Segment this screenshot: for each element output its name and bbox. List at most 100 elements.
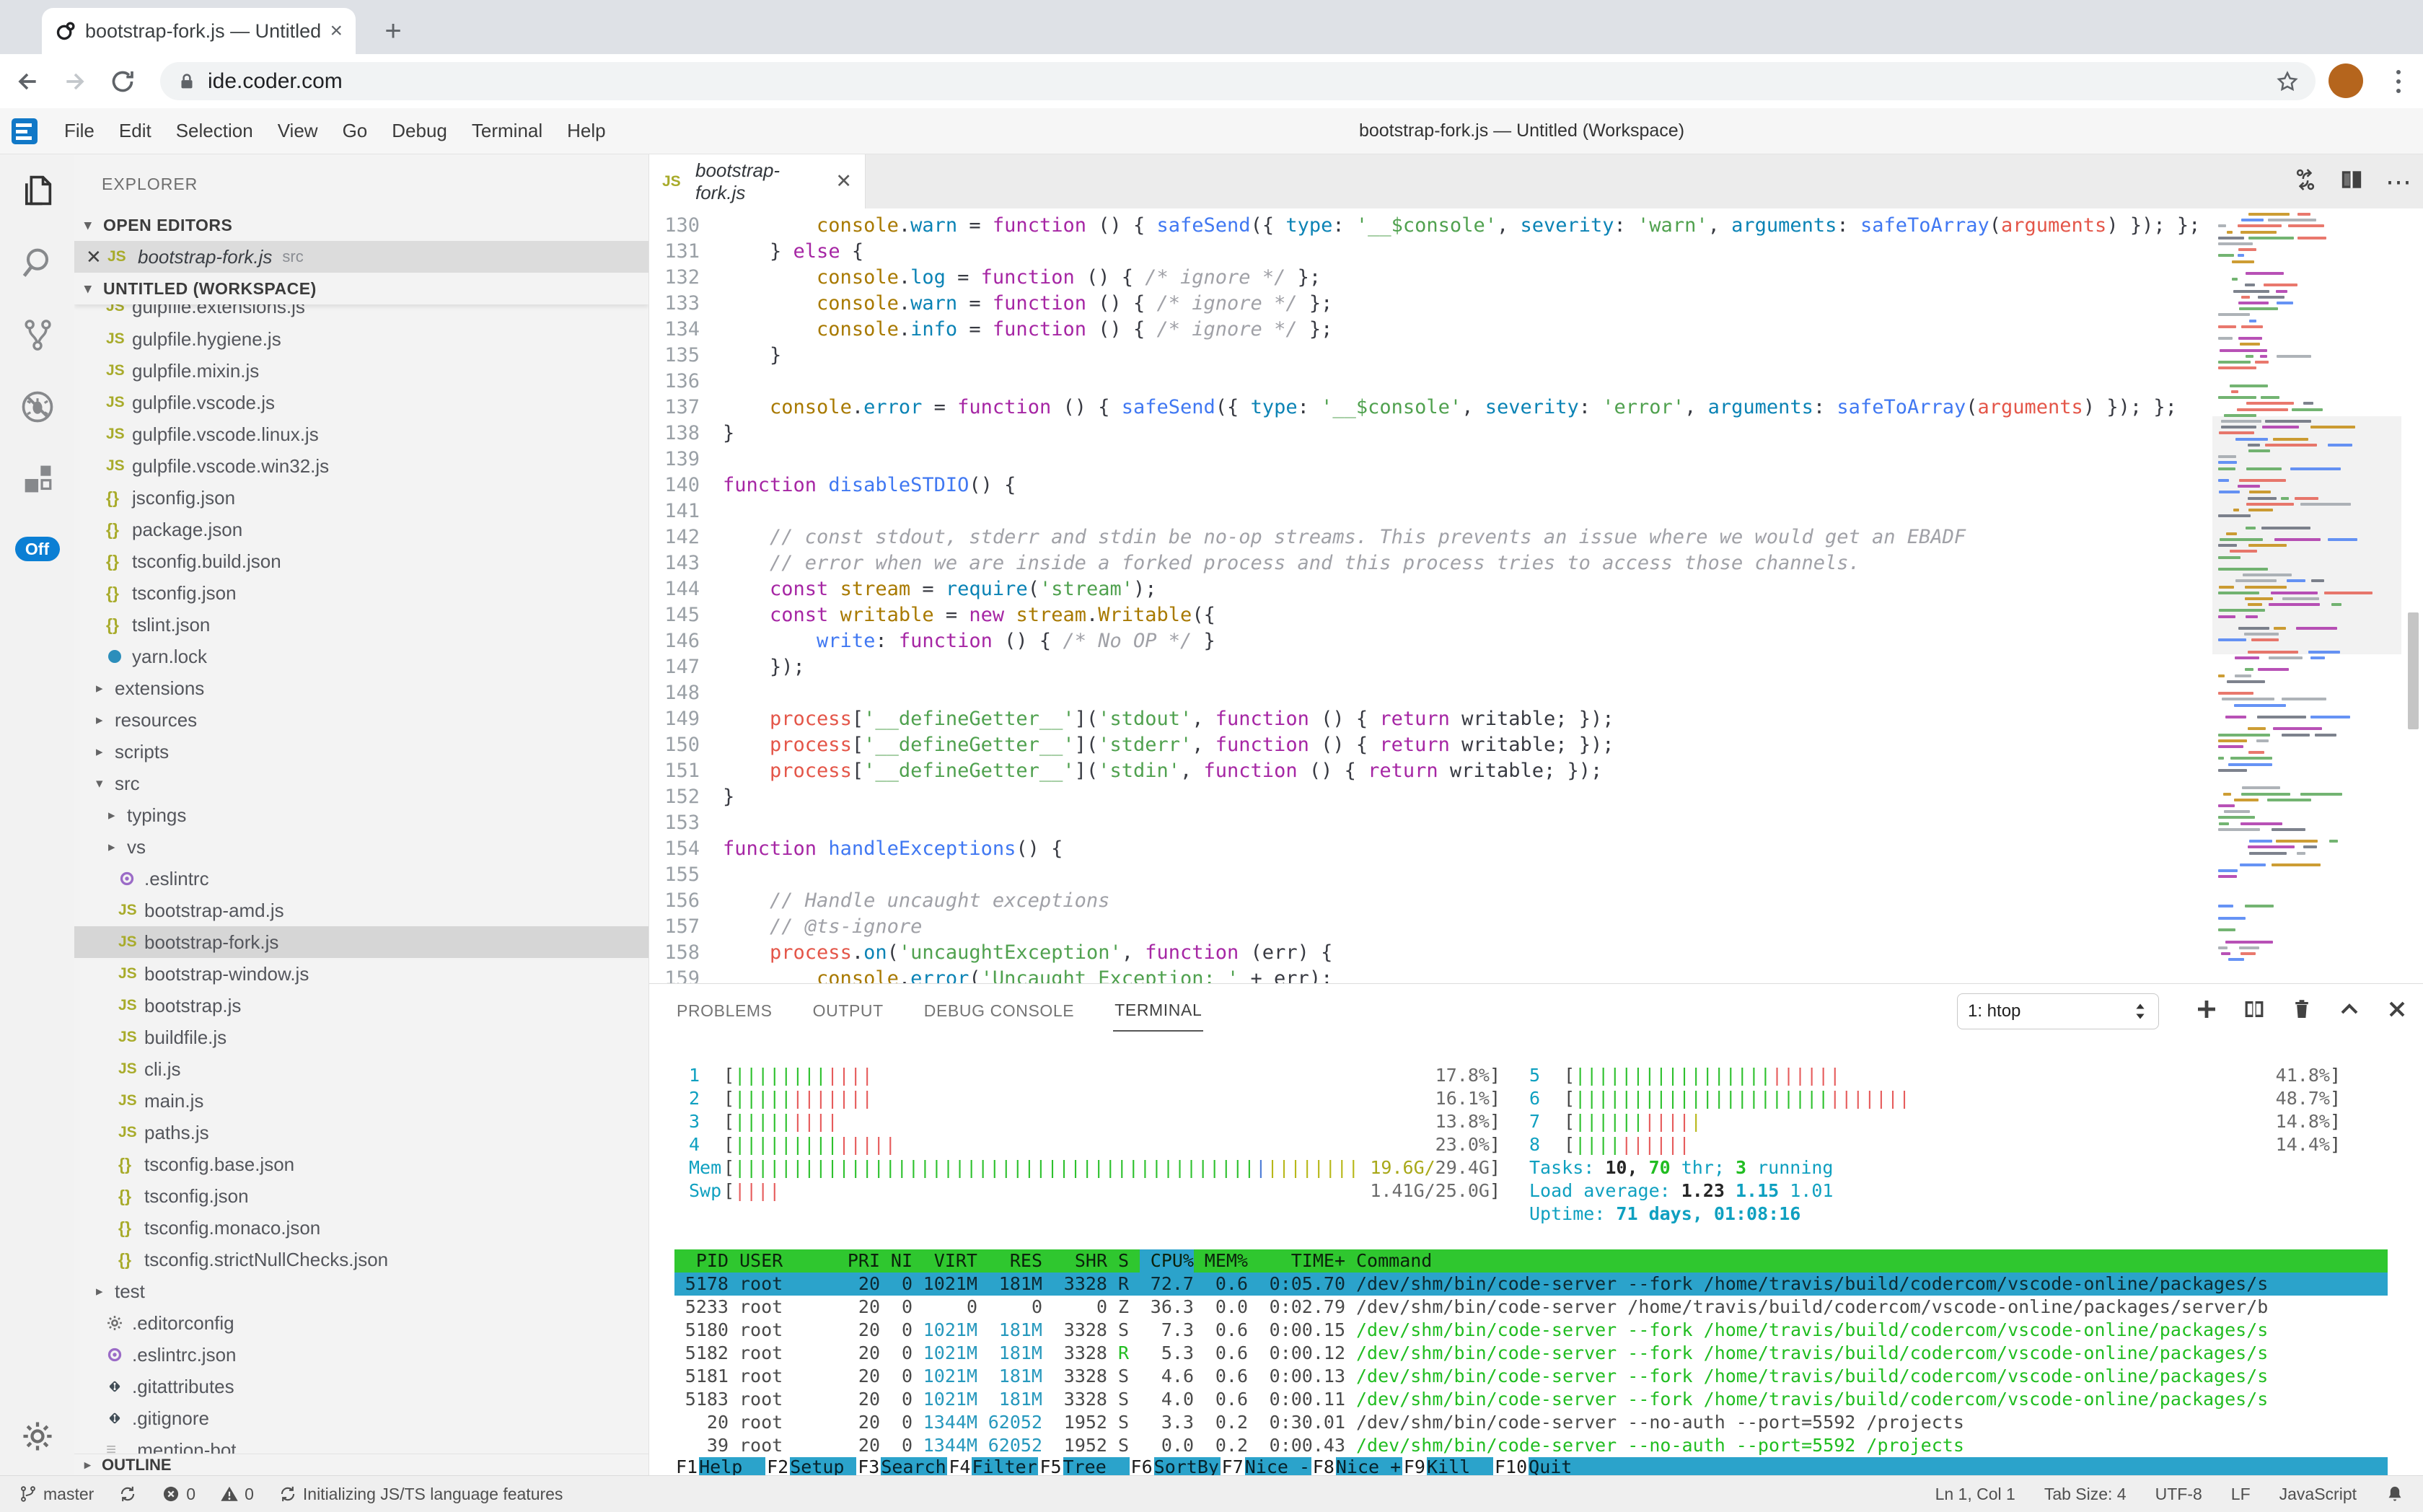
tree-item-tsconfig.json[interactable]: {}tsconfig.json (74, 1180, 648, 1212)
extensions-icon[interactable] (0, 443, 74, 515)
menu-view[interactable]: View (265, 120, 330, 142)
menu-terminal[interactable]: Terminal (459, 120, 555, 142)
chevron-right-icon[interactable]: ▸ (96, 744, 115, 760)
htop-process-row-5182[interactable]: 5182root2001021M181M3328R5.30.60:00.12/d… (674, 1342, 2388, 1365)
code-line-149[interactable]: 149 process['__defineGetter__']('stdout'… (649, 706, 2423, 732)
tree-item-resources[interactable]: ▸resources (74, 704, 648, 736)
tree-item-bootstrap.js[interactable]: JSbootstrap.js (74, 990, 648, 1021)
menu-debug[interactable]: Debug (379, 120, 459, 142)
tree-item-tsconfig.strictNullChecks.json[interactable]: {}tsconfig.strictNullChecks.json (74, 1244, 648, 1275)
code-line-158[interactable]: 158 process.on('uncaughtException', func… (649, 940, 2423, 966)
workspace-header[interactable]: ▾ UNTITLED (WORKSPACE) (74, 273, 648, 304)
tree-item-.editorconfig[interactable]: .editorconfig (74, 1307, 648, 1339)
split-editor-icon[interactable] (2339, 167, 2364, 195)
code-line-131[interactable]: 131 } else { (649, 239, 2423, 265)
code-line-148[interactable]: 148 (649, 680, 2423, 706)
panel-tab-output[interactable]: OUTPUT (812, 991, 885, 1031)
code-line-145[interactable]: 145 const writable = new stream.Writable… (649, 602, 2423, 628)
notifications-bell-icon[interactable] (2385, 1485, 2404, 1503)
tree-item-yarn.lock[interactable]: yarn.lock (74, 641, 648, 672)
explorer-icon[interactable] (0, 154, 74, 227)
code-line-137[interactable]: 137 console.error = function () { safeSe… (649, 395, 2423, 421)
chevron-down-icon[interactable]: ▾ (96, 775, 115, 792)
close-icon[interactable]: ✕ (86, 246, 107, 268)
code-line-151[interactable]: 151 process['__defineGetter__']('stdin',… (649, 758, 2423, 784)
browser-tab[interactable]: bootstrap-fork.js — Untitled (V × (42, 8, 356, 54)
code-line-132[interactable]: 132 console.log = function () { /* ignor… (649, 265, 2423, 291)
language-features-status[interactable]: Initializing JS/TS language features (278, 1485, 563, 1504)
tree-item-main.js[interactable]: JSmain.js (74, 1085, 648, 1117)
refresh-icon[interactable] (102, 61, 143, 102)
new-terminal-icon[interactable] (2195, 998, 2218, 1024)
bookmark-star-icon[interactable] (2275, 69, 2300, 94)
chevron-right-icon[interactable]: ▸ (96, 680, 115, 697)
status-tab-size-4[interactable]: Tab Size: 4 (2044, 1485, 2127, 1504)
status-utf-8[interactable]: UTF-8 (2155, 1485, 2202, 1504)
debug-disabled-icon[interactable] (0, 371, 74, 443)
htop-process-row-39[interactable]: 39root2001344M620521952S0.00.20:00.43/de… (674, 1434, 2388, 1457)
htop-process-row-5183[interactable]: 5183root2001021M181M3328S4.00.60:00.11/d… (674, 1388, 2388, 1411)
tree-item-cli.js[interactable]: JScli.js (74, 1053, 648, 1085)
code-line-140[interactable]: 140function disableSTDIO() { (649, 472, 2423, 498)
status-javascript[interactable]: JavaScript (2279, 1485, 2357, 1504)
offline-toggle-badge[interactable]: Off (15, 537, 60, 561)
tree-item-gulpfile.hygiene.js[interactable]: JSgulpfile.hygiene.js (74, 323, 648, 355)
menu-file[interactable]: File (52, 120, 107, 142)
open-editors-header[interactable]: ▾ OPEN EDITORS (74, 209, 648, 241)
new-tab-button[interactable]: + (375, 13, 411, 49)
tree-item-package.json[interactable]: {}package.json (74, 514, 648, 545)
tree-item-test[interactable]: ▸test (74, 1275, 648, 1307)
code-line-156[interactable]: 156 // Handle uncaught exceptions (649, 888, 2423, 914)
status-lf[interactable]: LF (2231, 1485, 2251, 1504)
htop-process-row-5178[interactable]: 5178root2001021M181M3328R72.70.60:05.70/… (674, 1273, 2388, 1296)
close-panel-icon[interactable] (2385, 998, 2409, 1024)
open-editor-item[interactable]: ✕ JS bootstrap-fork.js src (74, 241, 648, 273)
git-branch-status[interactable]: master (19, 1485, 94, 1504)
tree-item-gulpfile.vscode.js[interactable]: JSgulpfile.vscode.js (74, 387, 648, 418)
tree-item-gulpfile.vscode.win32.js[interactable]: JSgulpfile.vscode.win32.js (74, 450, 648, 482)
code-line-155[interactable]: 155 (649, 862, 2423, 888)
split-terminal-icon[interactable] (2243, 998, 2266, 1024)
chevron-right-icon[interactable]: ▸ (96, 712, 115, 729)
tree-item-bootstrap-fork.js[interactable]: JSbootstrap-fork.js (74, 926, 648, 958)
code-line-134[interactable]: 134 console.info = function () { /* igno… (649, 317, 2423, 343)
tab-close-icon[interactable]: × (330, 19, 343, 43)
menu-go[interactable]: Go (330, 120, 380, 142)
sync-icon[interactable] (118, 1485, 137, 1503)
minimap[interactable] (2212, 208, 2401, 983)
tree-item-buildfile.js[interactable]: JSbuildfile.js (74, 1021, 648, 1053)
code-line-139[interactable]: 139 (649, 447, 2423, 472)
code-line-159[interactable]: 159 console.error('Uncaught Exception: '… (649, 966, 2423, 983)
more-actions-icon[interactable]: ⋯ (2385, 167, 2413, 197)
maximize-panel-icon[interactable] (2338, 998, 2361, 1024)
kill-terminal-trash-icon[interactable] (2290, 998, 2313, 1024)
code-line-143[interactable]: 143 // error when we are inside a forked… (649, 550, 2423, 576)
tree-item-typings[interactable]: ▸typings (74, 799, 648, 831)
code-editor[interactable]: 130 console.warn = function () { safeSen… (649, 208, 2423, 983)
panel-tab-terminal[interactable]: TERMINAL (1113, 990, 1203, 1032)
tree-item-tsconfig.build.json[interactable]: {}tsconfig.build.json (74, 545, 648, 577)
panel-tab-debug-console[interactable]: DEBUG CONSOLE (923, 991, 1076, 1031)
warnings-count[interactable]: 0 (220, 1485, 254, 1504)
tree-item-extensions[interactable]: ▸extensions (74, 672, 648, 704)
source-control-icon[interactable] (0, 299, 74, 371)
code-line-130[interactable]: 130 console.warn = function () { safeSen… (649, 213, 2423, 239)
htop-process-row-5181[interactable]: 5181root2001021M181M3328S4.60.60:00.13/d… (674, 1365, 2388, 1388)
tree-item-tsconfig.json[interactable]: {}tsconfig.json (74, 577, 648, 609)
open-changes-icon[interactable] (2293, 167, 2318, 195)
tree-item-paths.js[interactable]: JSpaths.js (74, 1117, 648, 1148)
panel-tab-problems[interactable]: PROBLEMS (675, 991, 774, 1031)
menu-edit[interactable]: Edit (107, 120, 164, 142)
tree-item-.eslintrc[interactable]: .eslintrc (74, 863, 648, 895)
tree-item-vs[interactable]: ▸vs (74, 831, 648, 863)
tree-item-.gitattributes[interactable]: .gitattributes (74, 1371, 648, 1402)
htop-process-row-5233[interactable]: 5233root200000Z36.30.00:02.79/dev/shm/bi… (674, 1296, 2388, 1319)
tree-item-tsconfig.base.json[interactable]: {}tsconfig.base.json (74, 1148, 648, 1180)
tree-item-gulpfile.extensions.js[interactable]: JSgulpfile.extensions.js (74, 304, 648, 323)
code-line-138[interactable]: 138} (649, 421, 2423, 447)
tree-item-jsconfig.json[interactable]: {}jsconfig.json (74, 482, 648, 514)
code-line-147[interactable]: 147 }); (649, 654, 2423, 680)
menu-selection[interactable]: Selection (164, 120, 265, 142)
tree-item-.eslintrc.json[interactable]: .eslintrc.json (74, 1339, 648, 1371)
search-icon[interactable] (0, 227, 74, 299)
